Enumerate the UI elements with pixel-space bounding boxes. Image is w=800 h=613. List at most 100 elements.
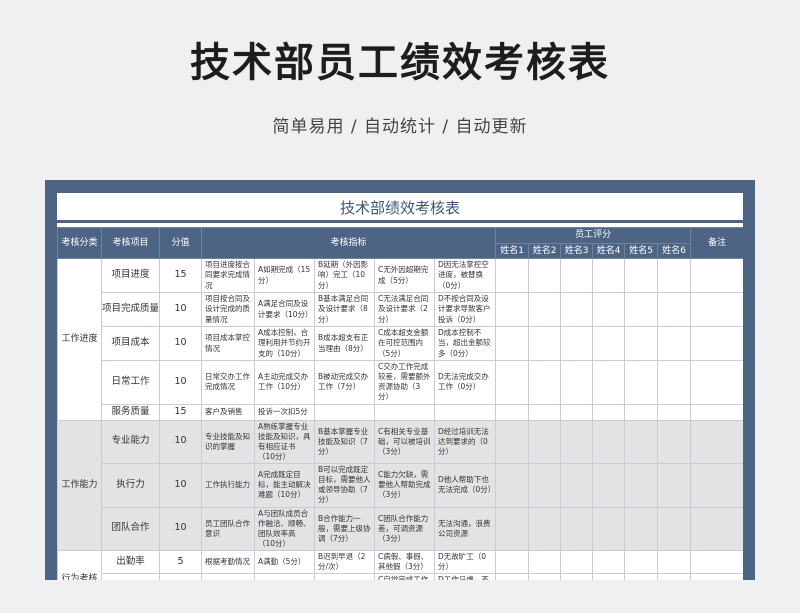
rating-input-cell[interactable] xyxy=(528,506,562,551)
criteria-d-cell: D不按合同及设计要求导致客户投诉（0分） xyxy=(433,292,497,327)
item-cell: 出勤率 xyxy=(101,549,160,575)
rating-input-cell[interactable] xyxy=(592,573,626,580)
rating-input-cell[interactable] xyxy=(624,419,659,464)
rating-input-cell[interactable] xyxy=(495,326,530,361)
rating-input-cell[interactable] xyxy=(560,419,594,464)
rating-input-cell[interactable] xyxy=(624,463,659,508)
rating-input-cell[interactable] xyxy=(624,549,659,575)
rating-input-cell[interactable] xyxy=(624,258,659,293)
rating-input-cell[interactable] xyxy=(657,292,692,327)
item-cell: 日常工作 xyxy=(101,360,160,405)
header-employee: 姓名6 xyxy=(657,243,692,259)
criteria-a-cell: A满足合同及设计要求（10分） xyxy=(254,292,315,327)
rating-input-cell[interactable] xyxy=(592,549,626,575)
rating-input-cell[interactable] xyxy=(657,549,692,575)
criteria-c-cell xyxy=(374,403,435,421)
category-cell: 工作进度 xyxy=(57,258,102,421)
page-subtitle: 简单易用 / 自动统计 / 自动更新 xyxy=(272,117,528,137)
rating-input-cell[interactable] xyxy=(560,403,594,421)
criteria-b-cell: B可以完成既定目标，需要他人或领导协助（7分） xyxy=(314,463,375,508)
remark-cell[interactable] xyxy=(690,463,743,508)
rating-input-cell[interactable] xyxy=(657,573,692,580)
criteria-c-cell: C交办工作完成较差，需要额外资源协助（3分） xyxy=(374,360,435,405)
rating-input-cell[interactable] xyxy=(592,506,626,551)
criteria-c-cell: C能力欠缺，需要他人帮助完成（3分） xyxy=(374,463,435,508)
indicator-cell: 根据员工责任心 xyxy=(201,573,255,580)
rating-input-cell[interactable] xyxy=(657,463,692,508)
rating-input-cell[interactable] xyxy=(528,419,562,464)
indicator-cell: 客户及销售 xyxy=(201,403,255,421)
criteria-a-cell: A完成既定目标，能主动解决难题（10分） xyxy=(254,463,315,508)
rating-input-cell[interactable] xyxy=(657,506,692,551)
table-row: 日常工作 10 日常交办工作完成情况 A主动完成交办工作（10分） B被动完成交办工作（… xyxy=(58,360,743,405)
rating-input-cell[interactable] xyxy=(592,292,626,327)
criteria-d-cell: D工作马虎、不能保质保量地完成工 xyxy=(433,573,497,580)
criteria-a-cell: A熟练掌握专业技能及知识，具有相应证书（10分） xyxy=(254,419,315,464)
rating-input-cell[interactable] xyxy=(495,292,530,327)
rating-input-cell[interactable] xyxy=(624,360,659,405)
remark-cell[interactable] xyxy=(690,292,743,327)
remark-cell[interactable] xyxy=(690,419,743,464)
rating-input-cell[interactable] xyxy=(592,463,626,508)
rating-input-cell[interactable] xyxy=(592,258,626,293)
rating-input-cell[interactable] xyxy=(495,573,530,580)
rating-input-cell[interactable] xyxy=(657,360,692,405)
rating-input-cell[interactable] xyxy=(592,326,626,361)
rating-input-cell[interactable] xyxy=(560,258,594,293)
remark-cell[interactable] xyxy=(690,258,743,293)
remark-cell[interactable] xyxy=(690,403,743,421)
remark-cell[interactable] xyxy=(690,326,743,361)
criteria-a-cell: A成本控制，合理利用并节约开支的（10分） xyxy=(254,326,315,361)
criteria-c-cell: C成本超支金额在可控范围内（5分） xyxy=(374,326,435,361)
criteria-b-cell: B成本超支有正当理由（8分） xyxy=(314,326,375,361)
rating-input-cell[interactable] xyxy=(560,360,594,405)
rating-input-cell[interactable] xyxy=(528,573,562,580)
header-item: 考核项目 xyxy=(101,227,160,259)
rating-input-cell[interactable] xyxy=(560,463,594,508)
rating-input-cell[interactable] xyxy=(528,549,562,575)
criteria-d-cell xyxy=(433,403,497,421)
rating-input-cell[interactable] xyxy=(528,292,562,327)
rating-input-cell[interactable] xyxy=(624,403,659,421)
rating-input-cell[interactable] xyxy=(495,419,530,464)
score-cell: 15 xyxy=(159,403,202,421)
rating-input-cell[interactable] xyxy=(560,573,594,580)
rating-input-cell[interactable] xyxy=(528,360,562,405)
header-employee: 姓名4 xyxy=(592,243,626,259)
rating-input-cell[interactable] xyxy=(495,549,530,575)
rating-input-cell[interactable] xyxy=(495,360,530,405)
rating-input-cell[interactable] xyxy=(657,326,692,361)
remark-cell[interactable] xyxy=(690,573,743,580)
rating-input-cell[interactable] xyxy=(657,258,692,293)
rating-input-cell[interactable] xyxy=(528,258,562,293)
rating-input-cell[interactable] xyxy=(624,506,659,551)
remark-cell[interactable] xyxy=(690,360,743,405)
indicator-cell: 项目成本掌控情况 xyxy=(201,326,255,361)
rating-input-cell[interactable] xyxy=(528,463,562,508)
rating-input-cell[interactable] xyxy=(528,403,562,421)
rating-input-cell[interactable] xyxy=(624,326,659,361)
rating-input-cell[interactable] xyxy=(495,258,530,293)
score-cell: 10 xyxy=(159,463,202,508)
rating-input-cell[interactable] xyxy=(592,419,626,464)
rating-input-cell[interactable] xyxy=(657,403,692,421)
table-row: 工作进度 项目进度 15 项目进度按合同要求完成情况 A如期完成（15分） B延期（外因影… xyxy=(57,258,743,421)
rating-input-cell[interactable] xyxy=(560,549,594,575)
rating-input-cell[interactable] xyxy=(624,292,659,327)
rating-input-cell[interactable] xyxy=(592,403,626,421)
rating-input-cell[interactable] xyxy=(560,292,594,327)
criteria-b-cell: B合作能力一般，需要上级协调（7分） xyxy=(314,506,375,551)
rating-input-cell[interactable] xyxy=(560,506,594,551)
rating-input-cell[interactable] xyxy=(657,419,692,464)
rating-input-cell[interactable] xyxy=(528,326,562,361)
rating-input-cell[interactable] xyxy=(560,326,594,361)
rating-input-cell[interactable] xyxy=(495,506,530,551)
rating-input-cell[interactable] xyxy=(624,573,659,580)
rating-input-cell[interactable] xyxy=(495,463,530,508)
rating-input-cell[interactable] xyxy=(592,360,626,405)
score-cell: 10 xyxy=(159,419,202,464)
table-row: 执行力 10 工作执行能力 A完成既定目标，能主动解决难题（10分） B可以完成既定目标… xyxy=(58,463,743,508)
remark-cell[interactable] xyxy=(690,549,743,575)
remark-cell[interactable] xyxy=(690,506,743,551)
rating-input-cell[interactable] xyxy=(495,403,530,421)
